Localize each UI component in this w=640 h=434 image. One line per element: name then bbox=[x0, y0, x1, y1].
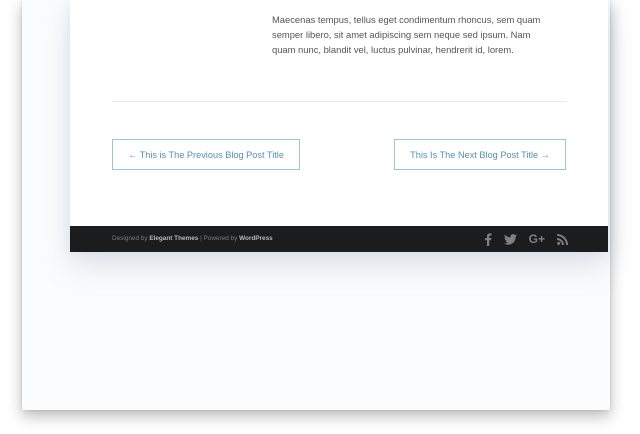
twitter-icon[interactable] bbox=[503, 233, 517, 245]
facebook-icon[interactable] bbox=[484, 232, 492, 246]
google-plus-icon[interactable]: G+ bbox=[529, 232, 545, 246]
designer-link[interactable]: Elegant Themes bbox=[149, 235, 198, 242]
footer-credits: Designed by Elegant Themes | Powered by … bbox=[112, 226, 273, 252]
post-text-line: semper libero, sit amet adipiscing sem n… bbox=[272, 29, 531, 40]
post-text-line: Maecenas tempus, tellus eget condimentum… bbox=[272, 14, 541, 25]
section-divider bbox=[112, 101, 567, 102]
screenshot-frame: Maecenas tempus, tellus eget condimentum… bbox=[22, 0, 610, 410]
site-footer: Designed by Elegant Themes | Powered by … bbox=[70, 226, 608, 252]
platform-link[interactable]: WordPress bbox=[239, 235, 273, 242]
rss-icon[interactable] bbox=[557, 233, 568, 245]
next-post-button[interactable]: This Is The Next Blog Post Title → bbox=[394, 139, 566, 170]
designed-by-prefix: Designed by bbox=[112, 235, 148, 242]
credits-separator: | Powered by bbox=[198, 235, 240, 242]
blog-post-card: Maecenas tempus, tellus eget condimentum… bbox=[70, 0, 608, 252]
post-text-line: quam nunc, blandit vel, luctus pulvinar,… bbox=[272, 44, 514, 55]
social-icons: G+ bbox=[484, 226, 568, 252]
post-body-text: Maecenas tempus, tellus eget condimentum… bbox=[272, 12, 572, 57]
previous-post-button[interactable]: ← This is The Previous Blog Post Title bbox=[112, 139, 300, 170]
